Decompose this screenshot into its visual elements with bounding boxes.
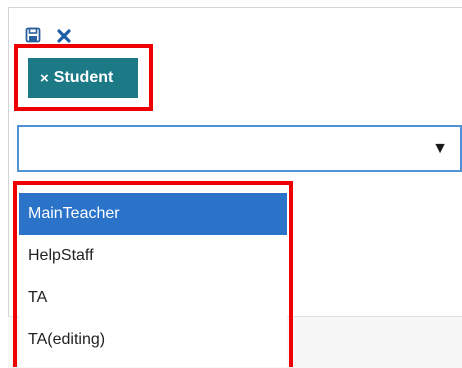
annotation-highlight-chip [14, 44, 153, 111]
annotation-highlight-list [13, 181, 293, 367]
save-icon[interactable] [25, 27, 41, 43]
close-icon[interactable] [56, 28, 72, 44]
role-select[interactable]: ▼ [17, 125, 462, 172]
dropdown-arrow-icon[interactable]: ▼ [432, 141, 448, 157]
